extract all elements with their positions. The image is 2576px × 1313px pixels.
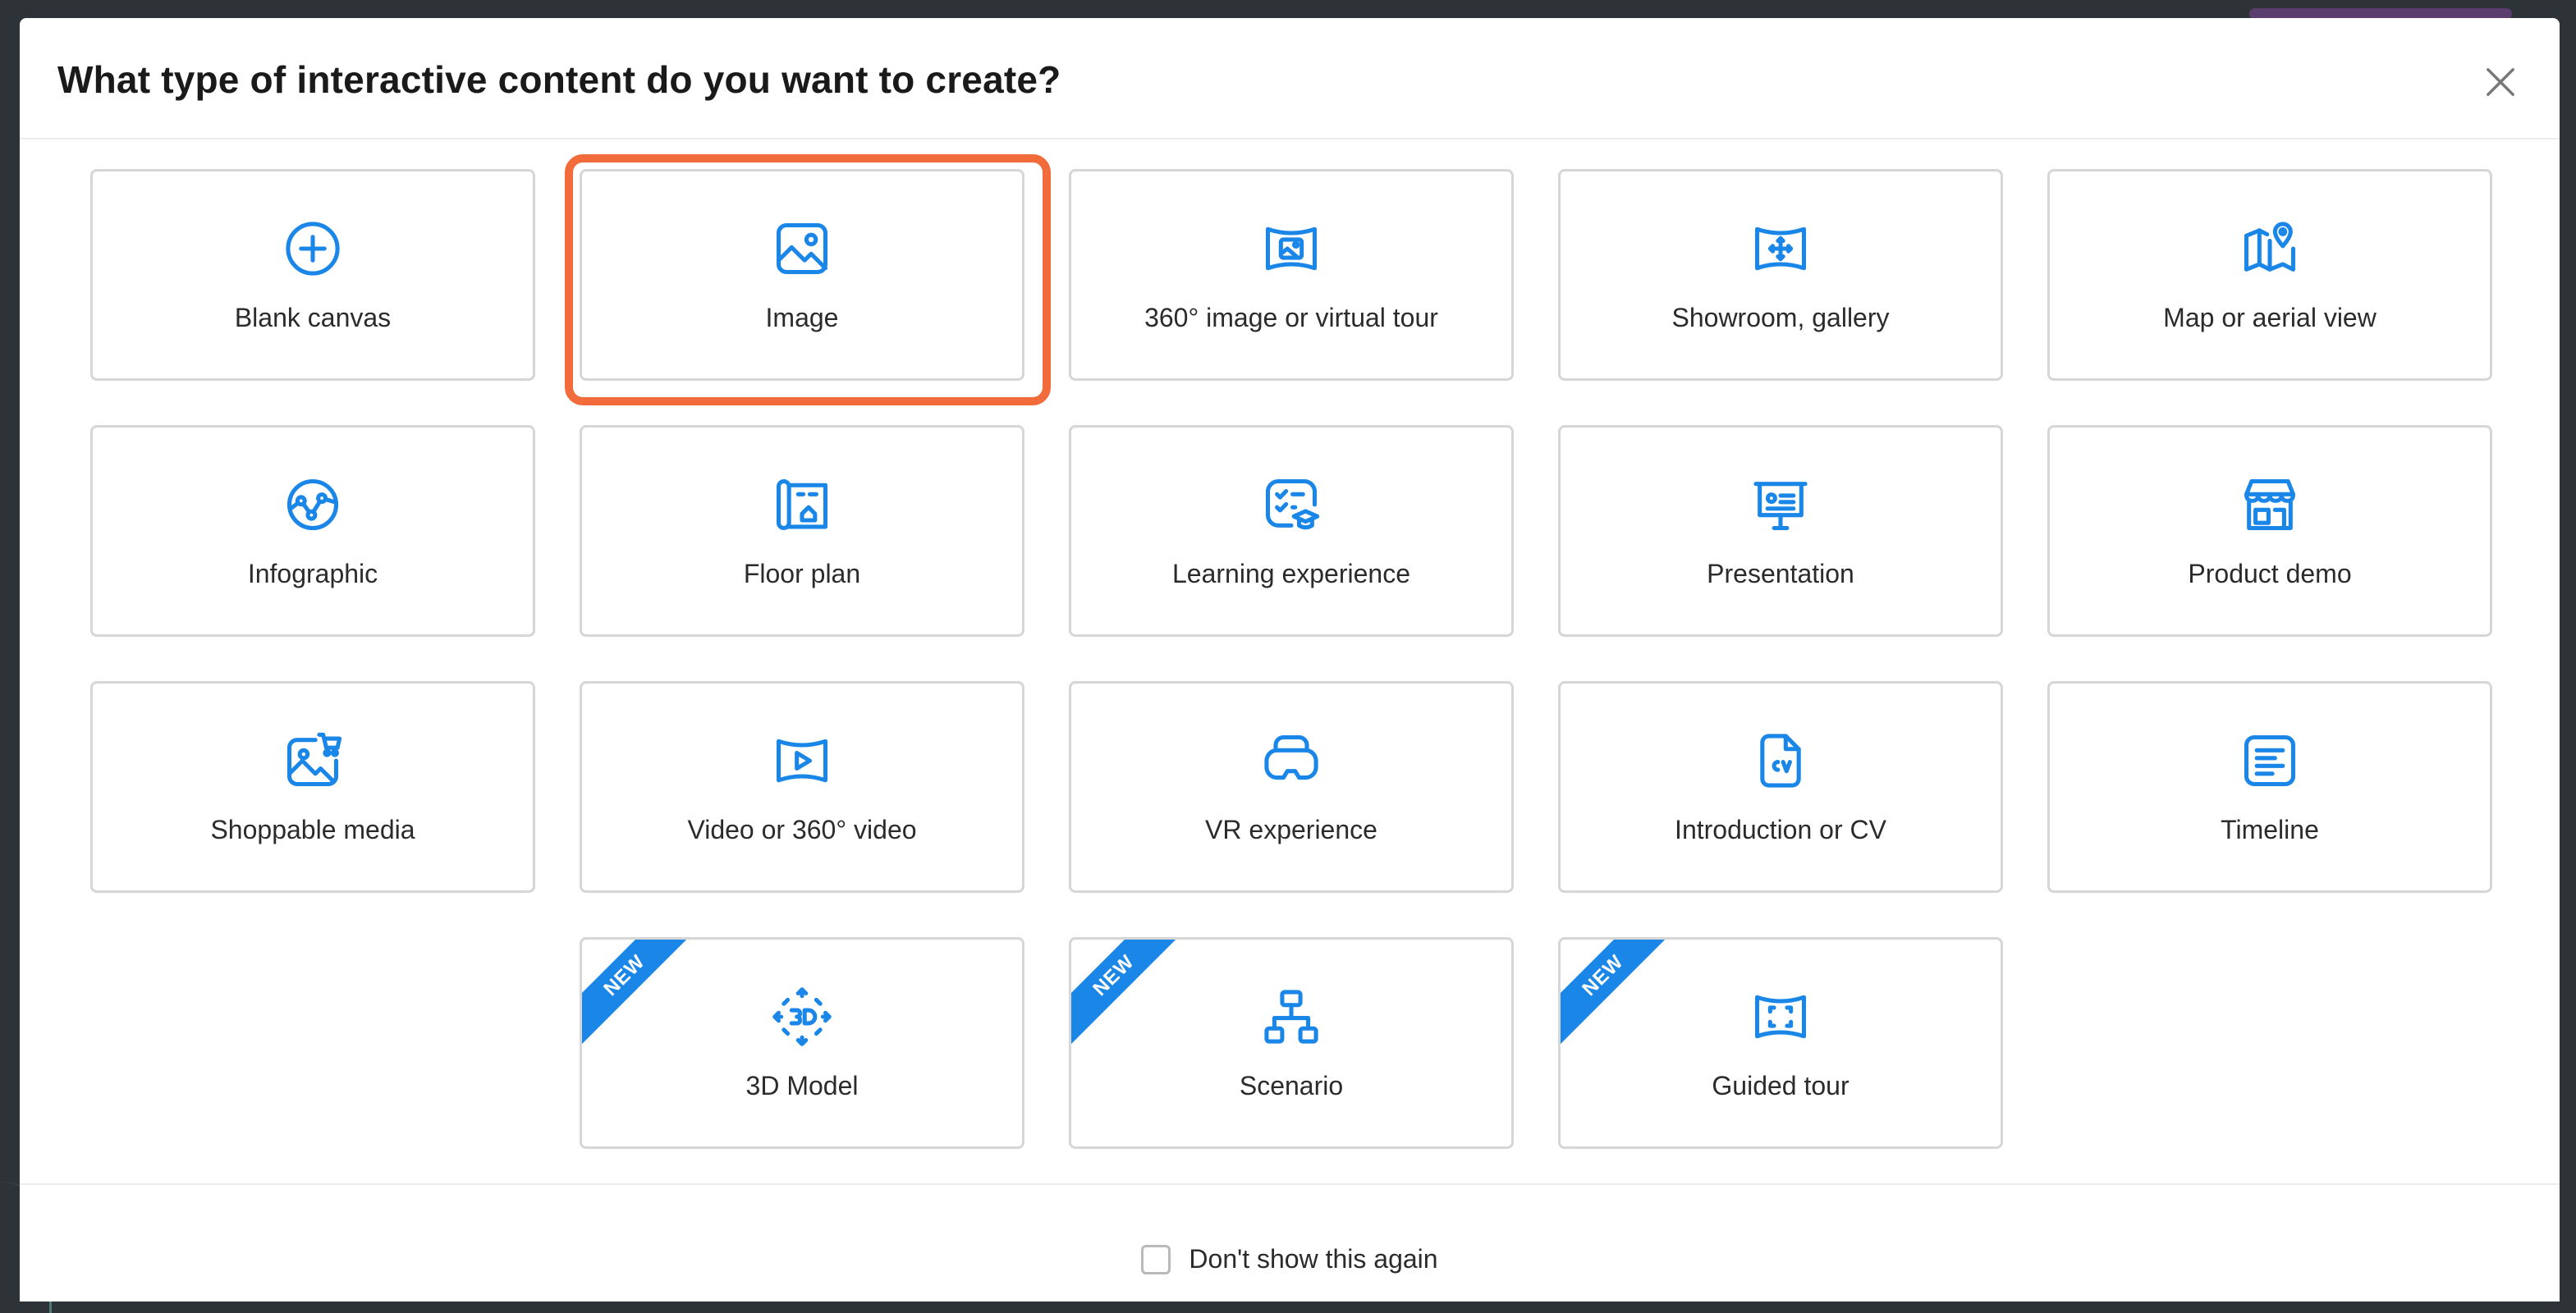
text-lines-icon: [2239, 730, 2301, 792]
card-label: Map or aerial view: [2163, 303, 2377, 332]
close-icon: [2487, 68, 2514, 96]
new-badge: NEW: [1561, 940, 1680, 1053]
card-floor-plan[interactable]: Floor plan: [580, 425, 1024, 637]
new-badge: NEW: [1071, 940, 1191, 1053]
panorama-image-icon: [1260, 217, 1322, 280]
card-label: Shoppable media: [210, 815, 415, 844]
map-pin-icon: [2239, 217, 2301, 280]
create-content-dialog: What type of interactive content do you …: [20, 18, 2560, 1302]
card-label: 3D Model: [745, 1071, 859, 1100]
infographic-icon: [282, 474, 344, 536]
card-introduction-cv[interactable]: Introduction or CV: [1558, 681, 2003, 893]
panorama-frame-icon: [1749, 986, 1812, 1048]
3d-cube-icon: [771, 986, 833, 1048]
card-label: Blank canvas: [234, 303, 392, 332]
card-map-aerial[interactable]: Map or aerial view: [2047, 169, 2492, 381]
card-scenario[interactable]: NEW Scenario: [1069, 937, 1514, 1149]
card-product-demo[interactable]: Product demo: [2047, 425, 2492, 637]
card-3d-model[interactable]: NEW 3D Model: [580, 937, 1024, 1149]
card-label: Introduction or CV: [1675, 815, 1886, 844]
card-label: 360° image or virtual tour: [1144, 303, 1438, 332]
dont-show-again-row: Don't show this again: [20, 1244, 2560, 1274]
card-label: Image: [765, 303, 839, 332]
learning-checklist-icon: [1260, 474, 1322, 536]
dialog-header: What type of interactive content do you …: [20, 18, 2560, 140]
card-label: Infographic: [247, 559, 378, 588]
card-learning-experience[interactable]: Learning experience: [1069, 425, 1514, 637]
card-label: Product demo: [2188, 559, 2352, 588]
card-shoppable-media[interactable]: Shoppable media: [90, 681, 535, 893]
dont-show-again-checkbox[interactable]: [1141, 1244, 1171, 1274]
close-button[interactable]: [2479, 61, 2522, 103]
dont-show-again-label[interactable]: Don't show this again: [1189, 1244, 1437, 1274]
image-cart-icon: [282, 730, 344, 792]
card-label: Learning experience: [1172, 559, 1410, 588]
cv-document-icon: [1749, 730, 1812, 792]
card-label: Scenario: [1239, 1071, 1344, 1100]
card-image[interactable]: Image: [580, 169, 1024, 381]
card-label: Guided tour: [1712, 1071, 1849, 1100]
presentation-board-icon: [1749, 474, 1812, 536]
card-label: Video or 360° video: [687, 815, 917, 844]
card-infographic[interactable]: Infographic: [90, 425, 535, 637]
content-type-grid: Blank canvas Image 360° image or virtual…: [90, 169, 2492, 1149]
card-360-image[interactable]: 360° image or virtual tour: [1069, 169, 1514, 381]
card-video-360[interactable]: Video or 360° video: [580, 681, 1024, 893]
card-label: Timeline: [2221, 815, 2319, 844]
card-vr-experience[interactable]: VR experience: [1069, 681, 1514, 893]
storefront-icon: [2239, 474, 2301, 536]
card-label: Showroom, gallery: [1671, 303, 1890, 332]
card-guided-tour[interactable]: NEW Guided tour: [1558, 937, 2003, 1149]
card-blank-canvas[interactable]: Blank canvas: [90, 169, 535, 381]
floor-plan-icon: [771, 474, 833, 536]
card-showroom-gallery[interactable]: Showroom, gallery: [1558, 169, 2003, 381]
vr-headset-icon: [1260, 730, 1322, 792]
image-icon: [771, 217, 833, 280]
panorama-play-icon: [771, 730, 833, 792]
plus-circle-icon: [282, 217, 344, 280]
dialog-title: What type of interactive content do you …: [57, 58, 1061, 101]
card-label: Floor plan: [743, 559, 861, 588]
new-badge: NEW: [582, 940, 702, 1053]
card-timeline[interactable]: Timeline: [2047, 681, 2492, 893]
card-presentation[interactable]: Presentation: [1558, 425, 2003, 637]
card-label: Presentation: [1707, 559, 1854, 588]
dialog-footer: Don't show this again: [20, 1183, 2560, 1302]
hierarchy-icon: [1260, 986, 1322, 1048]
showroom-move-icon: [1749, 217, 1812, 280]
card-label: VR experience: [1205, 815, 1377, 844]
